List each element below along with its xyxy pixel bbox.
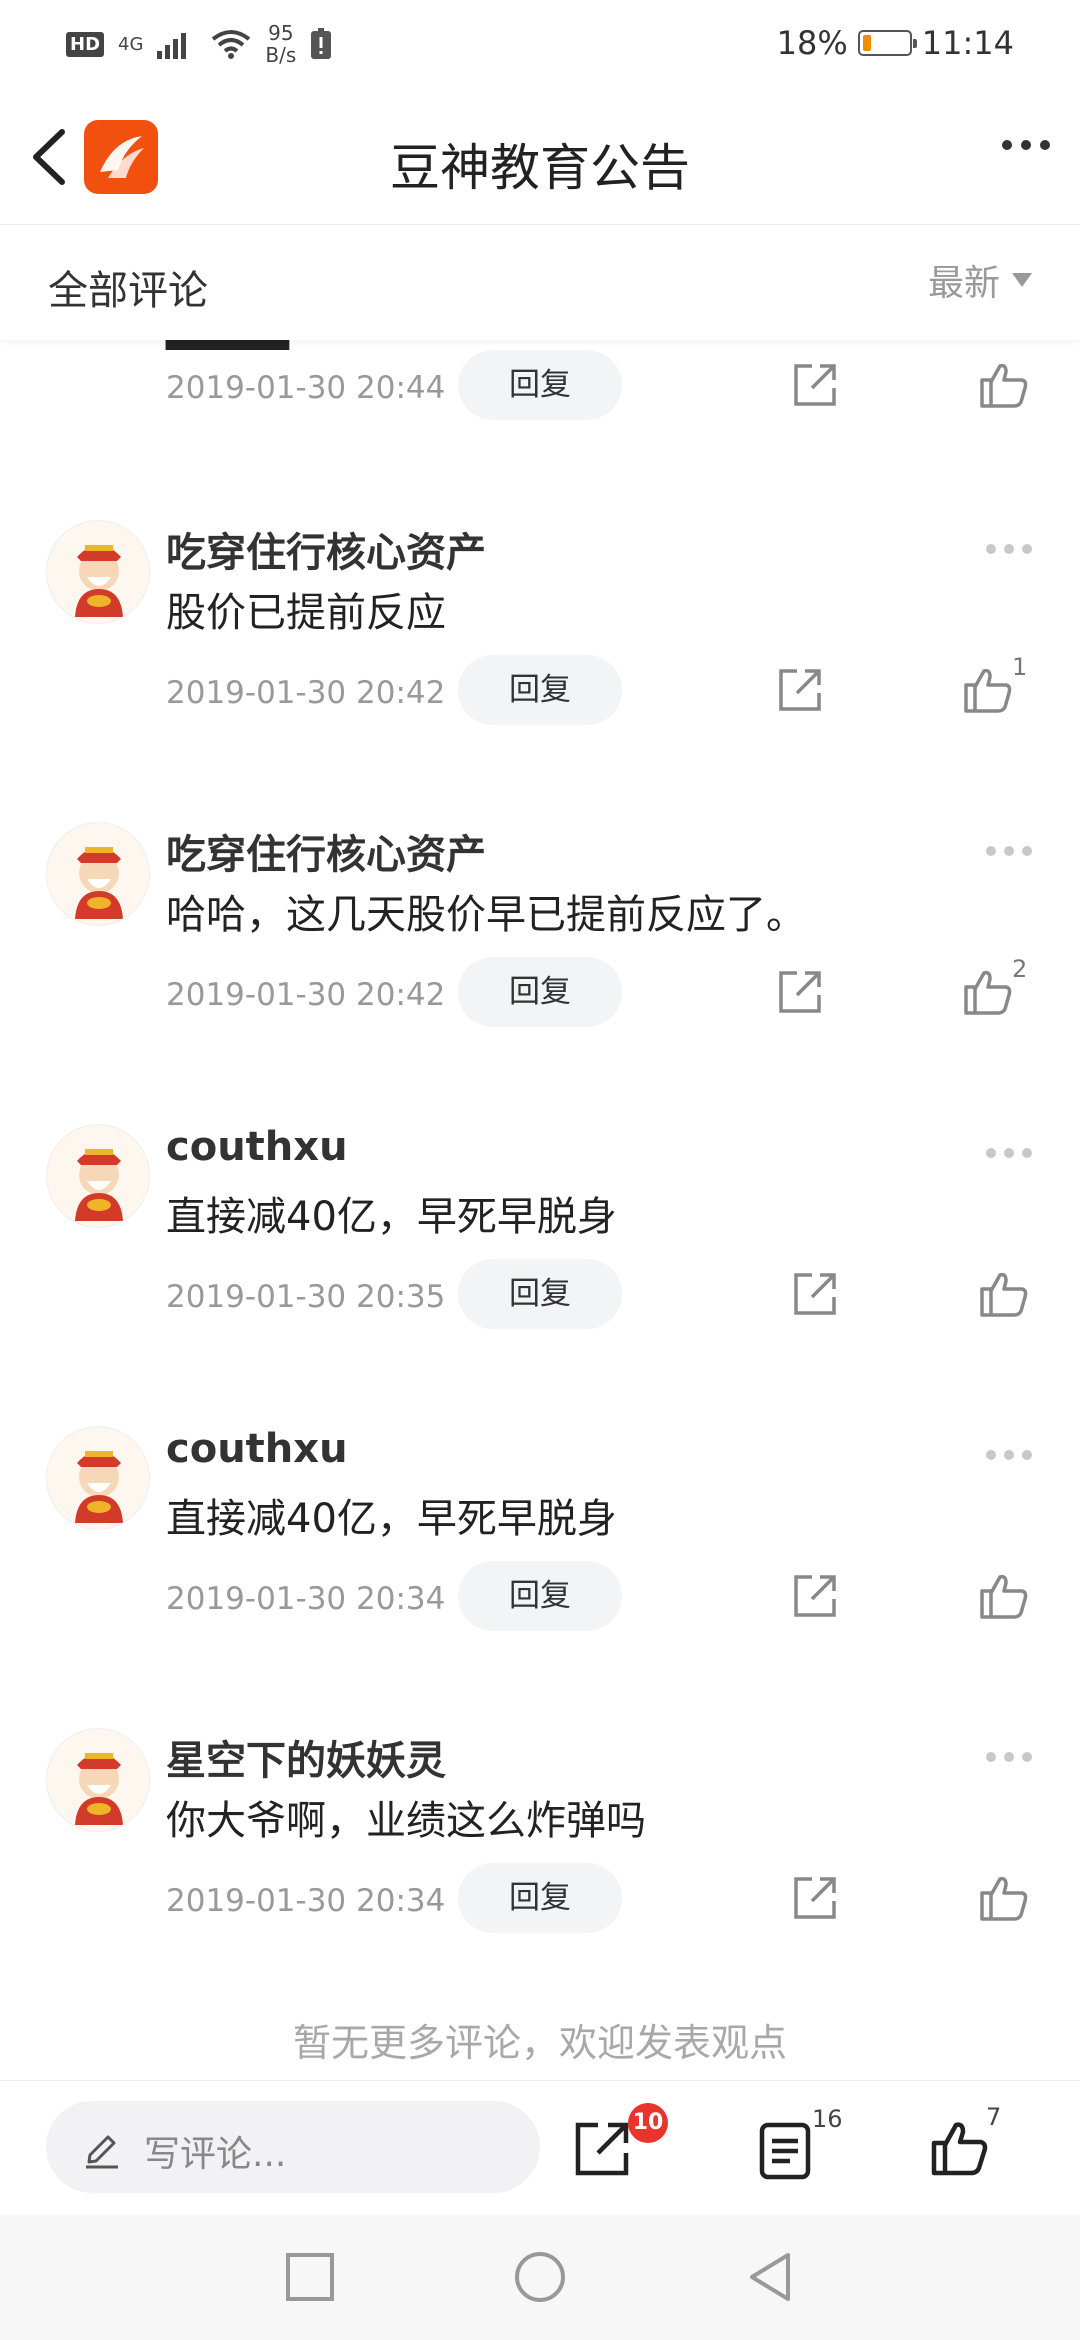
hd-indicator: HD <box>66 31 105 57</box>
pen-icon <box>86 2135 118 2169</box>
avatar-image-icon <box>75 1753 123 1825</box>
comment-text: 直接减40亿，早死早脱身 <box>166 1194 617 1240</box>
share-icon[interactable] <box>790 1571 840 1621</box>
share-icon[interactable] <box>790 360 840 410</box>
comment-more-icon[interactable] <box>986 846 1032 856</box>
comment-time: 2019-01-30 20:44 <box>166 370 446 406</box>
avatar[interactable] <box>46 1728 150 1832</box>
status-bar: HD 4G 95 B/s 18% 11:14 <box>0 0 1080 90</box>
comment-input[interactable]: 写评论... <box>46 2101 540 2193</box>
share-icon[interactable] <box>775 665 825 715</box>
end-of-comments-note: 暂无更多评论，欢迎发表观点 <box>292 2021 787 2065</box>
title-bar: 豆神教育公告 <box>0 90 1080 225</box>
wifi-icon <box>212 30 251 59</box>
avatar-image-icon <box>75 545 123 617</box>
speed-unit: B/s <box>265 43 297 67</box>
comment-more-icon[interactable] <box>986 544 1032 554</box>
nav-back-icon[interactable] <box>740 2247 800 2307</box>
like-icon[interactable] <box>978 1267 1030 1319</box>
share-icon[interactable] <box>775 967 825 1017</box>
comment-time: 2019-01-30 20:42 <box>166 977 446 1013</box>
home-icon[interactable] <box>510 2247 570 2307</box>
avatar[interactable] <box>46 1124 150 1228</box>
comment-more-icon[interactable] <box>986 1450 1032 1460</box>
share-icon[interactable] <box>572 2119 632 2179</box>
dropdown-arrow-icon <box>1012 273 1032 287</box>
recent-apps-icon[interactable] <box>280 2247 340 2307</box>
comment-author[interactable]: couthxu <box>166 1426 348 1472</box>
comment-time: 2019-01-30 20:42 <box>166 675 446 711</box>
like-icon[interactable] <box>962 663 1014 715</box>
avatar-image-icon <box>75 1451 123 1523</box>
bottom-action-bar: 写评论... 10 16 7 <box>0 2080 1080 2215</box>
like-icon[interactable] <box>930 2117 990 2177</box>
avatar[interactable] <box>46 520 150 624</box>
partial-comment-text: ▇▇▇▇ <box>166 340 289 350</box>
comments-title: 全部评论 <box>48 268 208 314</box>
avatar-image-icon <box>75 1149 123 1221</box>
comment-author[interactable]: couthxu <box>166 1124 348 1170</box>
avatar[interactable] <box>46 822 150 926</box>
reply-button[interactable]: 回复 <box>458 1863 622 1933</box>
avatar-image-icon <box>75 847 123 919</box>
comment-text: 哈哈，这几天股价早已提前反应了。 <box>166 892 806 938</box>
network-type: 4G <box>118 33 144 55</box>
status-left: HD 4G 95 B/s <box>66 22 332 66</box>
like-icon[interactable] <box>962 965 1014 1017</box>
signal-icon <box>157 33 187 59</box>
comment-more-icon[interactable] <box>986 1752 1032 1762</box>
system-nav-bar <box>0 2215 1080 2340</box>
reply-button[interactable]: 回复 <box>458 1259 622 1329</box>
share-icon[interactable] <box>790 1873 840 1923</box>
reply-button[interactable]: 回复 <box>458 350 622 420</box>
share-count-badge: 10 <box>628 2103 668 2143</box>
comment-more-icon[interactable] <box>986 1148 1032 1158</box>
alert-icon <box>311 28 332 59</box>
comment-author[interactable]: 吃穿住行核心资产 <box>166 822 486 880</box>
clock: 11:14 <box>921 24 1014 62</box>
share-icon[interactable] <box>790 1269 840 1319</box>
status-right: 18% 11:14 <box>777 24 1014 62</box>
like-icon[interactable] <box>978 358 1030 410</box>
like-total-count: 7 <box>986 2103 1002 2131</box>
reply-button[interactable]: 回复 <box>458 1561 622 1631</box>
comment-list[interactable]: ▇▇▇▇ 2019-01-30 20:44 回复 吃穿住行核心资产 股价已提前反… <box>0 340 1080 2080</box>
network-speed: 95 B/s <box>265 22 296 66</box>
comment-text: 你大爷啊，业绩这么炸弹吗 <box>166 1798 646 1844</box>
reply-button[interactable]: 回复 <box>458 957 622 1027</box>
sort-label: 最新 <box>927 263 1000 304</box>
comment-author[interactable]: 吃穿住行核心资产 <box>166 520 486 578</box>
comment-text: 股价已提前反应 <box>166 590 446 636</box>
sort-dropdown[interactable]: 最新 <box>928 254 1032 306</box>
speed-value: 95 <box>268 21 294 45</box>
comment-count: 16 <box>812 2105 843 2133</box>
more-options-icon[interactable] <box>1002 140 1050 150</box>
comments-list-icon[interactable] <box>756 2121 816 2181</box>
like-count: 1 <box>1012 653 1028 681</box>
comments-header: 全部评论 最新 <box>0 226 1080 340</box>
battery-percent: 18% <box>776 24 848 62</box>
comment-time: 2019-01-30 20:34 <box>166 1883 446 1919</box>
comment-time: 2019-01-30 20:34 <box>166 1581 446 1617</box>
comment-author[interactable]: 星空下的妖妖灵 <box>166 1728 446 1786</box>
comment-time: 2019-01-30 20:35 <box>166 1279 446 1315</box>
page-title: 豆神教育公告 <box>390 139 690 197</box>
comment-text: 直接减40亿，早死早脱身 <box>166 1496 617 1542</box>
like-icon[interactable] <box>978 1871 1030 1923</box>
battery-icon <box>857 30 917 56</box>
comment-input-placeholder: 写评论... <box>144 2134 287 2175</box>
like-icon[interactable] <box>978 1569 1030 1621</box>
reply-button[interactable]: 回复 <box>458 655 622 725</box>
like-count: 2 <box>1012 955 1028 983</box>
avatar[interactable] <box>46 1426 150 1530</box>
